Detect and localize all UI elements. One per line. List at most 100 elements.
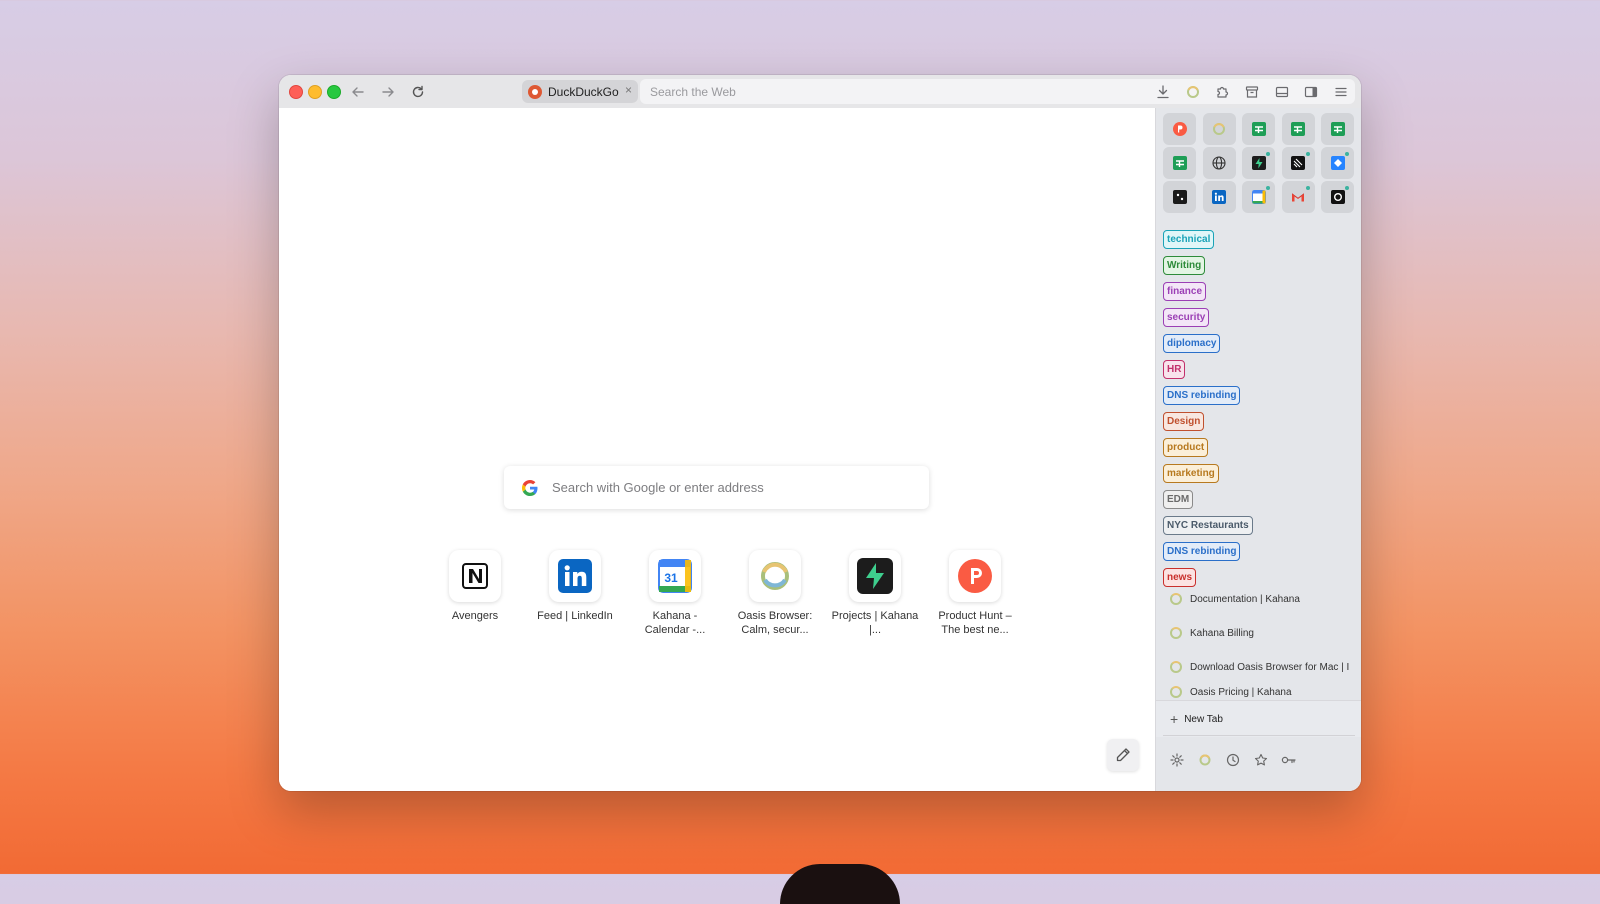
unread-dot	[1305, 186, 1310, 190]
sidebar-tab-item[interactable]: Oasis Pricing | Kahana	[1156, 684, 1361, 700]
shortcut-kahana-calendar[interactable]: 31 Kahana - Calendar -...	[625, 550, 725, 637]
pinned-tab-supabase[interactable]	[1242, 147, 1275, 179]
tag-dns-rebinding-2[interactable]: DNS rebinding	[1163, 542, 1241, 561]
oasis-button[interactable]	[1196, 751, 1214, 769]
shortcut-linkedin[interactable]: Feed | LinkedIn	[525, 550, 625, 637]
pinned-tab-globe[interactable]	[1202, 147, 1236, 179]
shortcut-projects-kahana[interactable]: Projects | Kahana |...	[825, 550, 925, 637]
shortcut-label: Oasis Browser: Calm, secur...	[737, 610, 813, 636]
tag-nyc-restaurants[interactable]: NYC Restaurants	[1163, 516, 1253, 535]
shortcut-tile[interactable]	[749, 550, 801, 602]
archive-button[interactable]	[1243, 83, 1261, 101]
shortcut-avengers[interactable]: Avengers	[425, 550, 525, 637]
google-search-box[interactable]	[504, 466, 929, 509]
close-window-button[interactable]	[289, 85, 303, 99]
shortcut-tile[interactable]	[949, 550, 1001, 602]
google-search-input[interactable]	[550, 479, 914, 496]
shortcut-tile[interactable]	[849, 550, 901, 602]
sidebar-tab-title: Download Oasis Browser for Mac | Ir	[1190, 661, 1350, 673]
pinned-tab-linear[interactable]	[1281, 147, 1315, 179]
sidebar-tab-item[interactable]: Documentation | Kahana	[1156, 582, 1361, 616]
google-icon	[522, 479, 538, 496]
pinned-tab-github[interactable]	[1321, 181, 1354, 213]
oasis-extension-button[interactable]	[1184, 83, 1202, 101]
github-icon	[1330, 190, 1345, 204]
pinned-tab-google-sheets[interactable]	[1163, 147, 1196, 179]
new-tab-button[interactable]: + New Tab	[1156, 700, 1361, 737]
browser-window: DuckDuckGo × Search the Web Search with …	[279, 75, 1361, 791]
forward-button[interactable]	[378, 82, 398, 102]
star-icon	[1254, 753, 1268, 766]
pinned-tab-google-sheets[interactable]	[1242, 113, 1275, 145]
download-button[interactable]	[1154, 83, 1172, 101]
archive-icon	[1245, 86, 1259, 98]
linkedin-icon	[1212, 190, 1226, 204]
toggle-sidebar-button[interactable]	[1302, 83, 1320, 101]
pinned-tab-google-sheets[interactable]	[1281, 113, 1315, 145]
svg-text:31: 31	[664, 571, 678, 585]
tag-edm[interactable]: EDM	[1163, 490, 1194, 509]
bookmarks-button[interactable]	[1252, 751, 1270, 769]
sidebar-tab-item[interactable]: Kahana Billing	[1156, 616, 1361, 650]
oasis-icon	[761, 562, 789, 590]
clock-icon	[1226, 753, 1240, 767]
zoom-window-button[interactable]	[327, 85, 341, 99]
tab-close-icon[interactable]: ×	[625, 83, 632, 97]
shortcut-tile[interactable]	[449, 550, 501, 602]
tag-finance[interactable]: finance	[1163, 282, 1207, 301]
shortcut-tile[interactable]	[549, 550, 601, 602]
pinned-tab-google-sheets[interactable]	[1321, 113, 1354, 145]
tag-dns-rebinding[interactable]: DNS rebinding	[1163, 386, 1241, 405]
pinned-tab-linkedin[interactable]	[1202, 181, 1236, 213]
menu-button[interactable]	[1332, 83, 1350, 101]
sidebar-divider	[1163, 735, 1355, 736]
google-sheets-icon	[1330, 122, 1345, 136]
google-sheets-icon	[1251, 122, 1266, 136]
tag-diplomacy[interactable]: diplomacy	[1163, 334, 1221, 353]
customize-button[interactable]	[1107, 739, 1139, 771]
reload-button[interactable]	[408, 82, 428, 102]
pinned-tab-oasis[interactable]	[1202, 113, 1236, 145]
panel-bottom-icon	[1275, 86, 1289, 98]
back-button[interactable]	[348, 82, 368, 102]
google-calendar-icon	[1251, 190, 1266, 204]
pinned-tab-google-calendar[interactable]	[1242, 181, 1275, 213]
tag-marketing[interactable]: marketing	[1163, 464, 1219, 483]
shortcut-product-hunt[interactable]: Product Hunt – The best ne...	[925, 550, 1025, 637]
pinned-tab-dark-app[interactable]	[1163, 181, 1196, 213]
oasis-icon	[1199, 754, 1211, 766]
arrow-right-icon	[382, 87, 394, 97]
unread-dot	[1345, 186, 1349, 190]
tab-duckduckgo[interactable]: DuckDuckGo ×	[522, 80, 638, 103]
minimize-window-button[interactable]	[308, 85, 322, 99]
pinned-tab-product-hunt[interactable]	[1163, 113, 1196, 145]
shortcut-tile[interactable]: 31	[649, 550, 701, 602]
sidebar-tab-list: Documentation | Kahana Kahana Billing Do…	[1156, 582, 1361, 700]
settings-button[interactable]	[1168, 751, 1186, 769]
product-hunt-icon	[958, 559, 992, 593]
toggle-bottom-panel-button[interactable]	[1273, 83, 1291, 101]
duckduckgo-icon	[528, 84, 542, 99]
tag-product[interactable]: product	[1163, 438, 1209, 457]
shortcut-oasis[interactable]: Oasis Browser: Calm, secur...	[725, 550, 825, 637]
sidebar-tab-item[interactable]: Download Oasis Browser for Mac | Ir	[1156, 650, 1361, 684]
sidebar: technical Writing finance security diplo…	[1155, 108, 1361, 791]
tag-design[interactable]: Design	[1163, 412, 1205, 431]
product-hunt-icon	[1172, 122, 1187, 136]
passwords-button[interactable]	[1280, 751, 1298, 769]
tag-writing[interactable]: Writing	[1163, 256, 1206, 275]
title-bar: DuckDuckGo × Search the Web	[279, 75, 1361, 109]
tab-title: DuckDuckGo	[548, 84, 619, 99]
pinned-tab-gmail[interactable]	[1281, 181, 1315, 213]
tag-technical[interactable]: technical	[1163, 230, 1215, 249]
shortcut-label: Avengers	[451, 610, 499, 622]
unread-dot	[1266, 152, 1270, 156]
tag-security[interactable]: security	[1163, 308, 1210, 327]
new-tab-page: Avengers Feed | LinkedIn 31 Kahana - Cal…	[279, 108, 1155, 791]
history-button[interactable]	[1224, 751, 1242, 769]
extensions-button[interactable]	[1213, 83, 1231, 101]
sidebar-tab-title: Documentation | Kahana	[1190, 593, 1300, 605]
oasis-icon	[1213, 123, 1225, 135]
pinned-tab-jira[interactable]	[1321, 147, 1354, 179]
tag-hr[interactable]: HR	[1163, 360, 1186, 379]
